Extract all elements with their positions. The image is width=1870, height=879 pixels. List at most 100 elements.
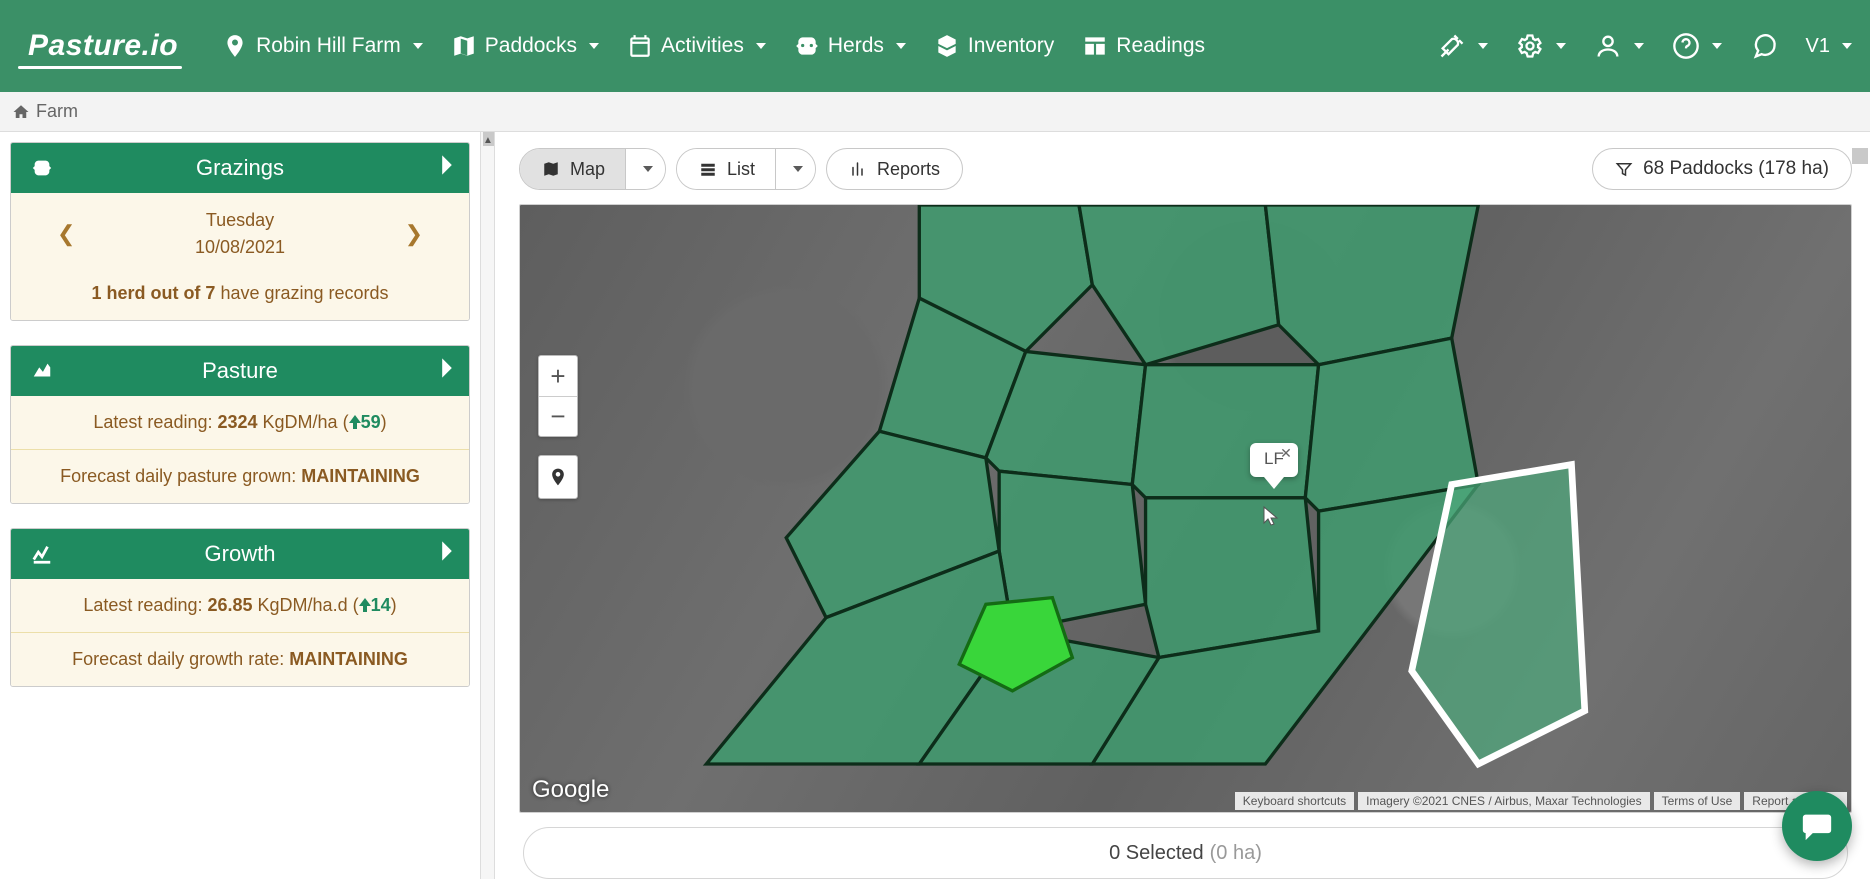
caret-down-icon [1478, 43, 1488, 49]
scroll-indicator[interactable] [1852, 148, 1868, 164]
nav-herds[interactable]: Herds [794, 33, 906, 59]
growth-latest-value: 26.85 [207, 595, 252, 615]
grazings-body: ❮ Tuesday 10/08/2021 ❯ 1 herd out of 7 h… [11, 193, 469, 320]
pasture-forecast: Forecast daily pasture grown: MAINTAININ… [11, 449, 469, 503]
pasture-forecast-value: MAINTAINING [301, 466, 420, 486]
chevron-right-icon [439, 153, 455, 183]
pasture-body: Latest reading: 2324 KgDM/ha (59) Foreca… [11, 396, 469, 503]
grazings-card: Grazings ❮ Tuesday 10/08/2021 ❯ 1 herd o… [10, 142, 470, 321]
caret-down-icon [1842, 43, 1852, 49]
primary-nav: Robin Hill Farm Paddocks Activities Herd… [222, 33, 1205, 59]
zoom-in-button[interactable]: + [539, 356, 577, 396]
growth-card: Growth Latest reading: 26.85 KgDM/ha.d (… [10, 528, 470, 687]
grazings-title: Grazings [11, 155, 469, 181]
sidebar: Grazings ❮ Tuesday 10/08/2021 ❯ 1 herd o… [0, 132, 480, 697]
caret-down-icon [413, 43, 423, 49]
grazings-date-row: ❮ Tuesday 10/08/2021 ❯ [11, 193, 469, 267]
chat-icon [1750, 32, 1778, 60]
chat-icon [1799, 809, 1835, 843]
filter-icon [1615, 160, 1633, 178]
chevron-right-icon [439, 356, 455, 386]
list-button[interactable]: List [677, 149, 775, 189]
nav-help[interactable] [1672, 32, 1722, 60]
calendar-icon [627, 33, 653, 59]
growth-latest-label: Latest reading: [83, 595, 207, 615]
home-icon [12, 103, 30, 121]
caret-down-icon [756, 43, 766, 49]
pasture-delta: 59 [349, 412, 381, 432]
list-button-label: List [727, 159, 755, 180]
growth-title: Growth [11, 541, 469, 567]
nav-version-label: V1 [1806, 35, 1830, 58]
growth-header[interactable]: Growth [11, 529, 469, 579]
map-button[interactable]: Map [520, 149, 625, 189]
paddock-filter[interactable]: 68 Paddocks (178 ha) [1592, 148, 1852, 190]
pasture-delta-value: 59 [361, 412, 381, 432]
chat-fab[interactable] [1782, 791, 1852, 861]
zoom-out-button[interactable]: − [539, 396, 577, 436]
reports-button-label: Reports [877, 159, 940, 180]
growth-latest-unit: KgDM/ha.d ( [253, 595, 359, 615]
paddock-overlay [520, 205, 1851, 777]
pasture-latest: Latest reading: 2324 KgDM/ha (59) [11, 396, 469, 449]
area-chart-icon [29, 360, 55, 382]
selection-count: 0 Selected [1109, 842, 1204, 865]
person-icon [1594, 32, 1622, 60]
breadcrumb-label[interactable]: Farm [36, 101, 78, 122]
main: Grazings ❮ Tuesday 10/08/2021 ❯ 1 herd o… [0, 132, 1870, 879]
selection-bar[interactable]: 0 Selected (0 ha) [523, 827, 1848, 879]
brand-logo[interactable]: Pasture.io [10, 29, 196, 63]
map-icon [451, 33, 477, 59]
pasture-header[interactable]: Pasture [11, 346, 469, 396]
paddock-callout[interactable]: ✕ LF [1250, 443, 1298, 477]
map-canvas[interactable]: + − ✕ LF Google Keyboard shortcuts Image… [519, 204, 1852, 813]
nav-farm-label: Robin Hill Farm [256, 34, 401, 58]
grazings-header[interactable]: Grazings [11, 143, 469, 193]
bar-chart-icon [849, 160, 869, 178]
locate-button[interactable] [538, 455, 578, 499]
caret-down-icon [589, 43, 599, 49]
nav-account[interactable] [1594, 32, 1644, 60]
nav-activities-label: Activities [661, 34, 744, 58]
table-icon [697, 160, 719, 178]
prev-day-button[interactable]: ❮ [57, 221, 75, 247]
close-icon[interactable]: ✕ [1280, 445, 1292, 462]
caret-down-icon [643, 166, 653, 172]
growth-delta: 14 [359, 595, 391, 615]
nav-chat[interactable] [1750, 32, 1778, 60]
boxes-icon [934, 33, 960, 59]
selection-area: (0 ha) [1210, 842, 1262, 865]
nav-herds-label: Herds [828, 34, 884, 58]
cow-icon [794, 33, 820, 59]
gear-icon [1516, 32, 1544, 60]
sidebar-splitter[interactable]: ▲ [480, 132, 495, 879]
pasture-card: Pasture Latest reading: 2324 KgDM/ha (59… [10, 345, 470, 504]
nav-inventory[interactable]: Inventory [934, 33, 1054, 59]
grazings-summary-suffix: have grazing records [215, 283, 388, 303]
zoom-control: + − [538, 355, 578, 437]
list-dropdown[interactable] [775, 149, 815, 189]
map-icon [540, 160, 562, 178]
caret-down-icon [1712, 43, 1722, 49]
nav-activities[interactable]: Activities [627, 33, 766, 59]
growth-delta-value: 14 [371, 595, 391, 615]
attrib-shortcuts[interactable]: Keyboard shortcuts [1235, 792, 1354, 810]
nav-paddocks[interactable]: Paddocks [451, 33, 599, 59]
nav-version[interactable]: V1 [1806, 35, 1852, 58]
nav-settings[interactable] [1516, 32, 1566, 60]
next-day-button[interactable]: ❯ [405, 221, 423, 247]
attrib-imagery: Imagery ©2021 CNES / Airbus, Maxar Techn… [1358, 792, 1649, 810]
grazings-summary: 1 herd out of 7 have grazing records [11, 267, 469, 320]
map-attribution: Keyboard shortcuts Imagery ©2021 CNES / … [1235, 792, 1847, 810]
nav-tools[interactable] [1438, 32, 1488, 60]
map-dropdown[interactable] [625, 149, 665, 189]
caret-down-icon [793, 166, 803, 172]
nav-paddocks-label: Paddocks [485, 34, 577, 58]
nav-readings[interactable]: Readings [1082, 33, 1205, 59]
attrib-terms[interactable]: Terms of Use [1654, 792, 1741, 810]
nav-farm-selector[interactable]: Robin Hill Farm [222, 33, 423, 59]
reports-button[interactable]: Reports [826, 148, 963, 190]
view-toolbar: Map List Reports 68 Paddocks (178 ha) [519, 148, 1852, 190]
google-watermark: Google [532, 776, 609, 804]
paddock-filter-label: 68 Paddocks (178 ha) [1643, 158, 1829, 180]
